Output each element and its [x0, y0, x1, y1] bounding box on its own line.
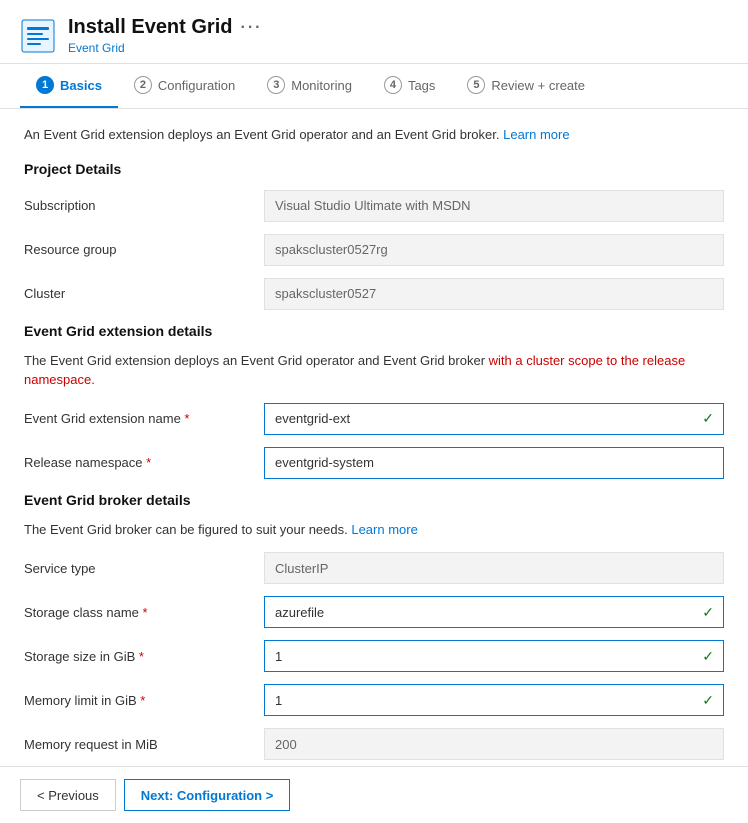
- release-namespace-star: *: [146, 455, 151, 470]
- ellipsis-menu[interactable]: ···: [240, 19, 262, 37]
- service-type-input: ClusterIP: [264, 552, 724, 584]
- release-namespace-input-wrap: [264, 447, 724, 479]
- release-namespace-input[interactable]: [264, 447, 724, 479]
- service-type-label: Service type: [24, 561, 264, 576]
- tab-label-review: Review + create: [491, 78, 585, 93]
- extension-name-check-icon: ✓: [702, 410, 714, 427]
- intro-text: An Event Grid extension deploys an Event…: [24, 125, 724, 145]
- storage-class-input-wrap: ✓: [264, 596, 724, 628]
- memory-request-label: Memory request in MiB: [24, 737, 264, 752]
- memory-request-input: 200: [264, 728, 724, 760]
- resource-group-value: spakscluster0527rg: [264, 234, 724, 266]
- header-text-group: Install Event Grid ··· Event Grid: [68, 16, 262, 55]
- tab-number-tags: 4: [384, 76, 402, 94]
- broker-learn-more-link[interactable]: Learn more: [351, 522, 417, 537]
- release-namespace-value: [264, 447, 724, 479]
- memory-limit-label: Memory limit in GiB *: [24, 693, 264, 708]
- storage-class-row: Storage class name * ✓: [24, 595, 724, 629]
- storage-size-star: *: [139, 649, 144, 664]
- extension-details-title: Event Grid extension details: [24, 323, 724, 339]
- footer-nav: < Previous Next: Configuration >: [0, 766, 748, 823]
- tab-label-configuration: Configuration: [158, 78, 235, 93]
- tab-label-tags: Tags: [408, 78, 435, 93]
- release-namespace-label: Release namespace *: [24, 455, 264, 470]
- resource-group-label: Resource group: [24, 242, 264, 257]
- service-type-row: Service type ClusterIP: [24, 551, 724, 585]
- app-icon: [20, 18, 56, 54]
- next-button[interactable]: Next: Configuration >: [124, 779, 291, 811]
- main-content: An Event Grid extension deploys an Event…: [0, 109, 748, 787]
- cluster-row: Cluster spakscluster0527: [24, 277, 724, 311]
- tab-review[interactable]: 5 Review + create: [451, 64, 601, 108]
- storage-size-check-icon: ✓: [702, 648, 714, 665]
- storage-size-input-wrap: ✓: [264, 640, 724, 672]
- memory-limit-star: *: [140, 693, 145, 708]
- page-subtitle: Event Grid: [68, 41, 262, 55]
- extension-name-input[interactable]: [264, 403, 724, 435]
- extension-desc-red: with a cluster scope to the release name…: [24, 353, 685, 388]
- cluster-label: Cluster: [24, 286, 264, 301]
- tab-tags[interactable]: 4 Tags: [368, 64, 451, 108]
- subscription-row: Subscription Visual Studio Ultimate with…: [24, 189, 724, 223]
- tab-label-basics: Basics: [60, 78, 102, 93]
- extension-name-star: *: [184, 411, 189, 426]
- storage-class-star: *: [143, 605, 148, 620]
- storage-class-check-icon: ✓: [702, 604, 714, 621]
- memory-limit-input[interactable]: [264, 684, 724, 716]
- subscription-label: Subscription: [24, 198, 264, 213]
- extension-name-row: Event Grid extension name * ✓: [24, 402, 724, 436]
- tab-basics[interactable]: 1 Basics: [20, 64, 118, 108]
- resource-group-input: spakscluster0527rg: [264, 234, 724, 266]
- memory-limit-check-icon: ✓: [702, 692, 714, 709]
- storage-class-label: Storage class name *: [24, 605, 264, 620]
- cluster-input: spakscluster0527: [264, 278, 724, 310]
- service-type-value: ClusterIP: [264, 552, 724, 584]
- storage-class-input[interactable]: [264, 596, 724, 628]
- storage-class-value: ✓: [264, 596, 724, 628]
- previous-button[interactable]: < Previous: [20, 779, 116, 811]
- tab-monitoring[interactable]: 3 Monitoring: [251, 64, 368, 108]
- tab-configuration[interactable]: 2 Configuration: [118, 64, 251, 108]
- page-title: Install Event Grid ···: [68, 16, 262, 39]
- memory-limit-row: Memory limit in GiB * ✓: [24, 683, 724, 717]
- extension-description: The Event Grid extension deploys an Even…: [24, 351, 724, 390]
- memory-request-value: 200: [264, 728, 724, 760]
- tab-number-basics: 1: [36, 76, 54, 94]
- storage-size-value: ✓: [264, 640, 724, 672]
- storage-size-label: Storage size in GiB *: [24, 649, 264, 664]
- release-namespace-row: Release namespace *: [24, 446, 724, 480]
- memory-limit-value: ✓: [264, 684, 724, 716]
- intro-learn-more-link[interactable]: Learn more: [503, 127, 569, 142]
- storage-size-row: Storage size in GiB * ✓: [24, 639, 724, 673]
- tab-number-review: 5: [467, 76, 485, 94]
- extension-name-value: ✓: [264, 403, 724, 435]
- subscription-value: Visual Studio Ultimate with MSDN: [264, 190, 724, 222]
- resource-group-row: Resource group spakscluster0527rg: [24, 233, 724, 267]
- tab-number-configuration: 2: [134, 76, 152, 94]
- cluster-value: spakscluster0527: [264, 278, 724, 310]
- tab-label-monitoring: Monitoring: [291, 78, 352, 93]
- extension-name-label: Event Grid extension name *: [24, 411, 264, 426]
- tab-number-monitoring: 3: [267, 76, 285, 94]
- storage-size-input[interactable]: [264, 640, 724, 672]
- memory-limit-input-wrap: ✓: [264, 684, 724, 716]
- project-details-title: Project Details: [24, 161, 724, 177]
- broker-details-title: Event Grid broker details: [24, 492, 724, 508]
- broker-description: The Event Grid broker can be figured to …: [24, 520, 724, 540]
- tab-bar: 1 Basics 2 Configuration 3 Monitoring 4 …: [0, 64, 748, 109]
- extension-name-input-wrap: ✓: [264, 403, 724, 435]
- subscription-input: Visual Studio Ultimate with MSDN: [264, 190, 724, 222]
- page-header: Install Event Grid ··· Event Grid: [0, 0, 748, 64]
- memory-request-row: Memory request in MiB 200: [24, 727, 724, 761]
